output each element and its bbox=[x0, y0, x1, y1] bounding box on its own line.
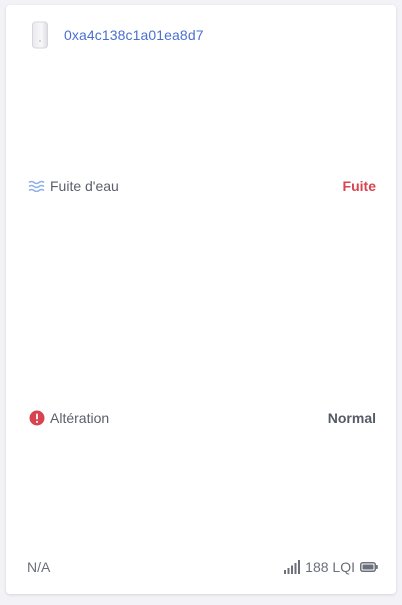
tamper-row: Altération Normal bbox=[28, 407, 376, 429]
sensor-device-icon bbox=[30, 20, 50, 50]
card-footer: N/A 188 LQI bbox=[27, 556, 378, 578]
device-header: 0xa4c138c1a01ea8d7 bbox=[30, 20, 204, 50]
water-leak-row: Fuite d'eau Fuite bbox=[28, 175, 376, 197]
last-seen-text: N/A bbox=[27, 559, 51, 575]
device-card: 0xa4c138c1a01ea8d7 Fuite d'eau Fuite Alt… bbox=[6, 5, 396, 594]
water-leak-value: Fuite bbox=[342, 178, 376, 194]
tamper-value: Normal bbox=[327, 410, 376, 426]
tamper-label: Altération bbox=[50, 410, 110, 426]
device-name-link[interactable]: 0xa4c138c1a01ea8d7 bbox=[64, 27, 204, 43]
water-leak-label: Fuite d'eau bbox=[50, 178, 119, 194]
alert-circle-icon bbox=[28, 410, 46, 426]
signal-strength-icon bbox=[284, 560, 301, 574]
lqi-text: 188 LQI bbox=[305, 559, 355, 575]
battery-icon bbox=[360, 562, 378, 572]
link-quality: 188 LQI bbox=[284, 559, 378, 575]
water-leak-icon bbox=[28, 178, 46, 194]
